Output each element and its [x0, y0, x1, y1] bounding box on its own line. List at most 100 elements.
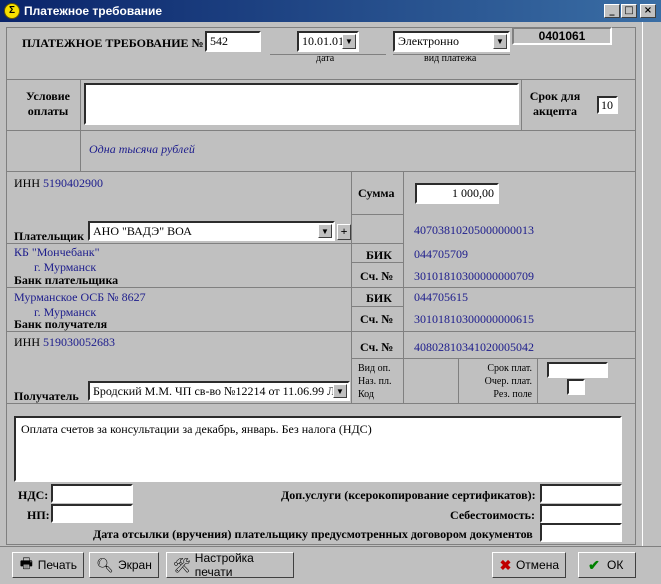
- screen-button[interactable]: 🔍︎ Экран: [89, 552, 159, 578]
- recipient-account: 40802810341020005042: [414, 340, 534, 354]
- op-type-label: Вид оп.: [358, 363, 391, 374]
- add-payer-button[interactable]: +: [337, 224, 351, 240]
- np-label: НП:: [27, 508, 50, 522]
- acceptance-label-line2: акцепта: [532, 104, 578, 118]
- print-button[interactable]: 🖶 Печать: [12, 552, 84, 578]
- payer-bank-label: Банк плательщика: [14, 273, 119, 287]
- date-combobox[interactable]: 10.01.01 ▼: [297, 31, 359, 52]
- print-button-label: Печать: [37, 558, 77, 572]
- doc-number-input[interactable]: 542: [205, 31, 261, 52]
- acceptance-input[interactable]: 10: [597, 96, 618, 114]
- payer-inn-label: ИНН: [14, 176, 40, 190]
- code-label: Код: [358, 389, 374, 400]
- purpose-textarea[interactable]: Оплата счетов за консультации за декабрь…: [14, 416, 622, 482]
- chevron-down-icon[interactable]: ▼: [318, 224, 332, 238]
- divider: [80, 79, 81, 130]
- divider: [521, 79, 522, 130]
- payment-type-select[interactable]: Электронно ▼: [393, 31, 510, 52]
- terms-input[interactable]: [84, 83, 519, 125]
- send-date-label: Дата отсылки (вручения) плательщику пред…: [93, 527, 533, 541]
- cost-label: Себестоимость:: [450, 508, 536, 522]
- extra-services-input[interactable]: [540, 484, 622, 503]
- op-codes-labels: Вид оп. Наз. пл. Код: [358, 362, 391, 401]
- payer-corr: 30101810300000000709: [414, 269, 534, 283]
- recipient-inn-label: ИНН: [14, 335, 40, 349]
- chevron-down-icon[interactable]: ▼: [333, 384, 347, 398]
- terms-label-line2: оплаты: [27, 104, 69, 118]
- recipient-account-label: Сч. №: [360, 340, 394, 354]
- chevron-down-icon[interactable]: ▼: [493, 34, 507, 49]
- minimize-button[interactable]: _: [604, 4, 620, 18]
- terms-label: Условие оплаты: [25, 89, 71, 119]
- payer-bik: 044705709: [414, 247, 468, 261]
- cost-input[interactable]: [540, 504, 622, 523]
- screen-button-label: Экран: [118, 558, 152, 572]
- close-button[interactable]: ×: [640, 4, 656, 18]
- plus-icon: +: [340, 224, 348, 238]
- payer-inn-value: 5190402900: [43, 176, 103, 190]
- divider: [537, 358, 538, 403]
- nds-label: НДС:: [18, 488, 49, 502]
- payer-name: АНО "ВАДЭ" ВОА: [93, 224, 192, 238]
- payment-type-caption: вид платежа: [424, 53, 477, 64]
- np-input[interactable]: [51, 504, 133, 523]
- payer-bank-name: КБ "Мончебанк": [14, 245, 100, 259]
- chevron-down-icon[interactable]: ▼: [342, 34, 356, 49]
- recipient-name: Бродский М.М. ЧП св-во №12214 от 11.06.9…: [93, 384, 336, 398]
- payer-account: 40703810205000000013: [414, 223, 534, 237]
- divider: [351, 306, 403, 307]
- divider: [458, 358, 459, 403]
- recipient-corr: 30101810300000000615: [414, 312, 534, 326]
- sum-label: Сумма: [358, 186, 395, 200]
- recipient-bank-label: Банк получателя: [14, 317, 108, 331]
- extra-services-label: Доп.услуги (ксерокопирование сертификато…: [281, 488, 536, 502]
- divider: [351, 358, 636, 359]
- cancel-button[interactable]: ✖ Отмена: [492, 552, 566, 578]
- payer-bik-label: БИК: [366, 248, 392, 262]
- ok-button[interactable]: ✔ ОК: [578, 552, 636, 578]
- acceptance-label: Срок для акцепта: [527, 89, 583, 119]
- due-order-labels: Срок плат. Очер. плат. Рез. поле: [476, 362, 532, 401]
- recipient-select[interactable]: Бродский М.М. ЧП св-во №12214 от 11.06.9…: [88, 381, 350, 401]
- sigma-icon[interactable]: Σ: [4, 3, 20, 19]
- divider: [6, 79, 636, 80]
- cancel-button-label: Отмена: [515, 558, 559, 572]
- print-setup-button[interactable]: 🛠︎ Настройка печати: [166, 551, 294, 579]
- recipient-label: Получатель: [14, 389, 79, 403]
- ok-button-label: ОК: [607, 558, 624, 572]
- payer-inn: ИНН 5190402900: [14, 176, 103, 191]
- printer-settings-icon: 🛠︎: [173, 556, 191, 573]
- recipient-bik-label: БИК: [366, 291, 392, 305]
- due-label: Срок плат.: [487, 363, 532, 374]
- res-label: Рез. поле: [493, 389, 532, 400]
- recipient-corr-label: Сч. №: [360, 312, 394, 326]
- order-label: Очер. плат.: [484, 376, 532, 387]
- terms-label-line1: Условие: [26, 89, 70, 103]
- recipient-inn-value: 519030052683: [43, 335, 115, 349]
- nds-input[interactable]: [51, 484, 133, 503]
- form-code: 0401061: [512, 27, 612, 45]
- send-date-input[interactable]: [540, 523, 622, 542]
- footer-separator: [0, 546, 661, 547]
- due-input[interactable]: [547, 362, 608, 378]
- divider: [351, 214, 403, 215]
- divider: [6, 130, 636, 131]
- purpose-label: Наз. пл.: [358, 376, 392, 387]
- recipient-bank-name: Мурманское ОСБ № 8627: [14, 290, 146, 304]
- amount-words: Одна тысяча рублей: [89, 142, 195, 156]
- maximize-button[interactable]: □: [621, 4, 637, 18]
- window-titlebar[interactable]: Σ Платежное требование _ □ ×: [0, 0, 661, 22]
- recipient-inn: ИНН 519030052683: [14, 335, 115, 350]
- order-input[interactable]: [567, 379, 585, 395]
- checkmark-icon: ✔: [588, 556, 600, 573]
- payment-type-value: Электронно: [398, 34, 459, 48]
- printer-icon: 🖶: [19, 555, 33, 571]
- print-setup-button-label: Настройка печати: [194, 551, 254, 579]
- sum-input[interactable]: 1 000,00: [415, 183, 499, 204]
- payer-corr-label: Сч. №: [360, 269, 394, 283]
- cancel-x-icon: ✖: [499, 556, 512, 573]
- acceptance-label-line1: Срок для: [529, 89, 581, 103]
- recipient-bik: 044705615: [414, 290, 468, 304]
- payer-select[interactable]: АНО "ВАДЭ" ВОА ▼: [88, 221, 335, 241]
- doc-title: ПЛАТЕЖНОЕ ТРЕБОВАНИЕ №: [22, 36, 204, 50]
